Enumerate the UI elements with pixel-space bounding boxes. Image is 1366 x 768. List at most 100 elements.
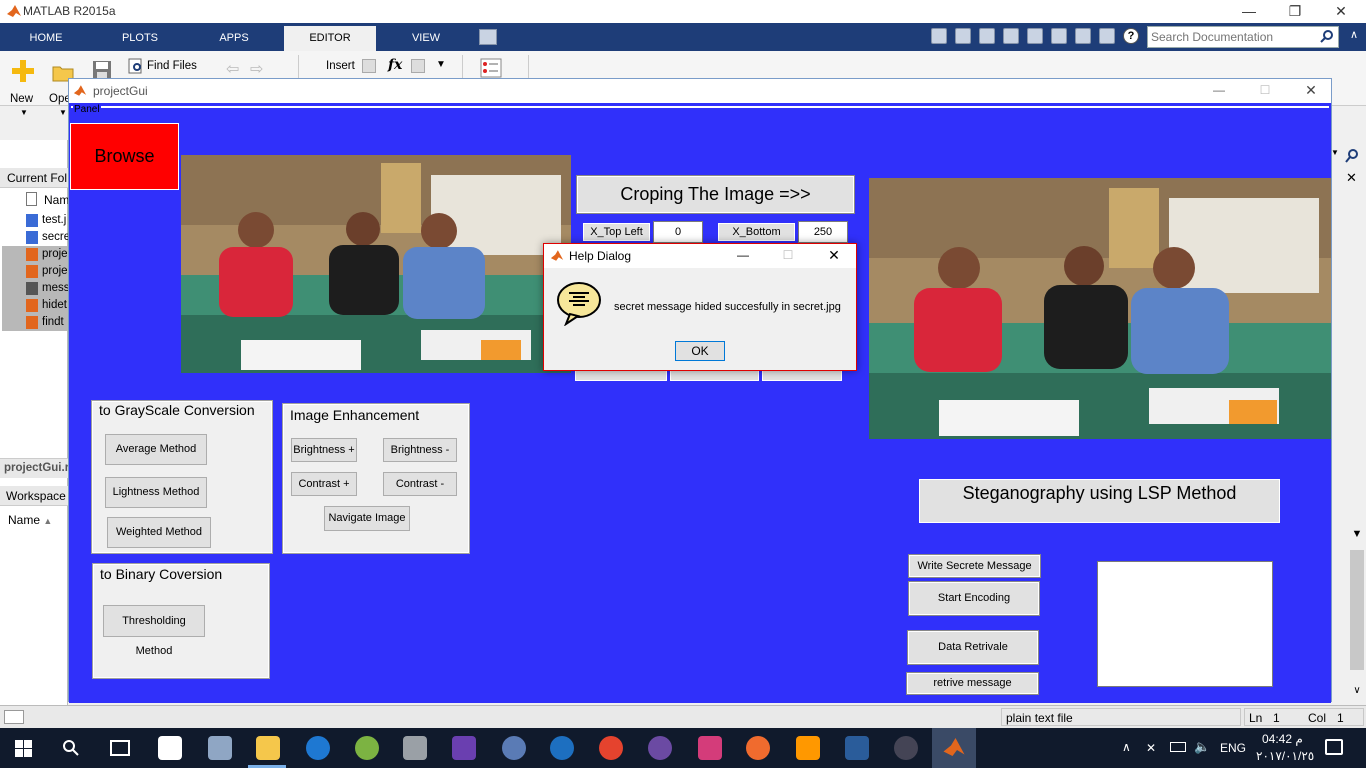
brightness-plus-button[interactable]: Brightness + bbox=[291, 438, 357, 462]
language-indicator[interactable]: ENG bbox=[1220, 741, 1246, 755]
close-icon[interactable]: ✕ bbox=[1346, 170, 1357, 186]
collapse-ribbon-icon[interactable]: ∧ bbox=[1345, 28, 1363, 46]
search-documentation-box[interactable] bbox=[1147, 26, 1339, 48]
fx-icon[interactable]: fx bbox=[388, 57, 402, 73]
insert-section-icon[interactable] bbox=[362, 59, 376, 73]
netbeans-icon[interactable] bbox=[894, 736, 918, 760]
insert-fn-icon[interactable] bbox=[411, 59, 425, 73]
show-hidden-icons[interactable]: ∧ bbox=[1122, 740, 1131, 754]
scrollbar-thumb[interactable] bbox=[1350, 550, 1364, 670]
current-folder-header[interactable]: Current Fol bbox=[0, 168, 68, 188]
details-header[interactable]: projectGui.r bbox=[0, 458, 68, 478]
sublime-icon[interactable] bbox=[796, 736, 820, 760]
message-text-area[interactable] bbox=[1097, 561, 1273, 687]
close-icon[interactable]: ✕ bbox=[822, 244, 846, 266]
matlab-launcher-icon[interactable] bbox=[845, 736, 869, 760]
contrast-plus-button[interactable]: Contrast + bbox=[291, 472, 357, 496]
search-icon[interactable] bbox=[1320, 29, 1334, 43]
retrive-message-button[interactable]: retrive message bbox=[906, 672, 1039, 695]
list-item[interactable]: proje bbox=[2, 263, 68, 280]
list-item[interactable]: mess bbox=[2, 280, 68, 297]
undo-icon[interactable] bbox=[1051, 28, 1067, 44]
photos-icon[interactable] bbox=[208, 736, 232, 760]
edge-icon[interactable] bbox=[306, 736, 330, 760]
list-item[interactable]: secre bbox=[2, 229, 68, 246]
minimize-icon[interactable]: — bbox=[1205, 79, 1233, 101]
close-icon[interactable]: ✕ bbox=[1318, 0, 1364, 23]
maximize-icon[interactable]: ☐ bbox=[1251, 79, 1279, 101]
contrast-minus-button[interactable]: Contrast - bbox=[383, 472, 457, 496]
forward-arrow-icon[interactable]: ⇨ bbox=[250, 59, 263, 79]
list-item[interactable]: findt bbox=[2, 314, 68, 331]
ok-button[interactable]: OK bbox=[675, 341, 725, 361]
search-documentation-input[interactable] bbox=[1151, 29, 1316, 45]
file-explorer-icon[interactable] bbox=[256, 736, 280, 760]
network-icon[interactable]: ✕ bbox=[1146, 741, 1156, 755]
restore-icon[interactable]: ❐ bbox=[1272, 0, 1318, 23]
start-encoding-button[interactable]: Start Encoding bbox=[908, 581, 1040, 616]
tab-editor[interactable]: EDITOR bbox=[284, 26, 376, 51]
close-icon[interactable]: ✕ bbox=[1297, 79, 1325, 101]
insert-dropdown-icon[interactable]: ▼ bbox=[436, 59, 446, 70]
scroll-down-icon[interactable]: ∨ bbox=[1348, 685, 1366, 701]
pdf-tool-icon[interactable] bbox=[746, 736, 770, 760]
write-message-button[interactable]: Write Secrete Message bbox=[908, 554, 1041, 578]
clock-date[interactable]: ٢٠١٧/٠١/٢٥ bbox=[1256, 749, 1314, 763]
copy-icon[interactable] bbox=[1003, 28, 1019, 44]
thresholding-method-button[interactable]: Thresholding Method bbox=[103, 605, 205, 657]
workspace-header[interactable]: Workspace bbox=[0, 486, 68, 506]
task-view-icon[interactable] bbox=[110, 740, 130, 756]
tab-plots[interactable]: PLOTS bbox=[94, 26, 186, 51]
volume-icon[interactable]: 🔈 bbox=[1194, 739, 1210, 755]
switch-windows-icon[interactable] bbox=[1099, 28, 1115, 44]
average-method-button[interactable]: Average Method bbox=[105, 434, 207, 465]
battery-icon[interactable] bbox=[1170, 742, 1186, 752]
save-icon[interactable] bbox=[955, 28, 971, 44]
cut-icon[interactable] bbox=[979, 28, 995, 44]
tab-view[interactable]: VIEW bbox=[380, 26, 472, 51]
clock-time[interactable]: 04:42 م bbox=[1262, 732, 1303, 746]
search-icon[interactable] bbox=[62, 739, 80, 757]
matlab-taskbar-button[interactable] bbox=[932, 728, 976, 768]
paste-icon[interactable] bbox=[1027, 28, 1043, 44]
dropdown-icon[interactable]: ▼ bbox=[1331, 148, 1339, 162]
breakpoints-icon[interactable] bbox=[480, 58, 502, 78]
list-item[interactable]: test.j bbox=[2, 212, 68, 229]
brightness-minus-button[interactable]: Brightness - bbox=[383, 438, 457, 462]
list-item[interactable]: proje bbox=[2, 246, 68, 263]
firefox-icon[interactable] bbox=[550, 736, 574, 760]
redo-icon[interactable] bbox=[1075, 28, 1091, 44]
tab-home[interactable]: HOME bbox=[0, 26, 92, 51]
x-top-left-field[interactable]: 0 bbox=[653, 221, 703, 243]
app-icon[interactable] bbox=[502, 736, 526, 760]
insert-label[interactable]: Insert bbox=[326, 60, 355, 72]
navigate-image-button[interactable]: Navigate Image bbox=[324, 506, 410, 531]
open-dropdown-icon[interactable]: ▼ bbox=[59, 108, 67, 117]
new-dropdown-icon[interactable]: ▼ bbox=[20, 108, 28, 117]
browse-button[interactable]: Browse bbox=[70, 123, 179, 190]
crop-image-button[interactable]: Croping The Image =>> bbox=[576, 175, 855, 214]
intellij-icon[interactable] bbox=[698, 736, 722, 760]
layout-icon[interactable] bbox=[931, 28, 947, 44]
android-studio-icon[interactable] bbox=[355, 736, 379, 760]
back-arrow-icon[interactable]: ⇦ bbox=[226, 59, 239, 79]
data-retrival-button[interactable]: Data Retrivale bbox=[907, 630, 1039, 665]
window-layout-icon[interactable] bbox=[479, 29, 497, 45]
lightness-method-button[interactable]: Lightness Method bbox=[105, 477, 207, 508]
list-item[interactable]: hidet bbox=[2, 297, 68, 314]
minimize-icon[interactable]: — bbox=[1226, 0, 1272, 23]
weighted-method-button[interactable]: Weighted Method bbox=[107, 517, 211, 548]
find-files-button[interactable]: Find Files bbox=[128, 57, 218, 75]
scroll-up-icon[interactable]: ▼ bbox=[1348, 528, 1366, 544]
minimize-icon[interactable]: — bbox=[731, 244, 755, 266]
notification-icon[interactable] bbox=[1325, 739, 1343, 755]
windows-start-icon[interactable] bbox=[15, 740, 32, 757]
maximize-icon[interactable]: ☐ bbox=[776, 244, 800, 266]
store-icon[interactable] bbox=[158, 736, 182, 760]
search-icon[interactable] bbox=[1344, 148, 1360, 164]
database-icon[interactable] bbox=[403, 736, 427, 760]
new-button[interactable]: New bbox=[8, 55, 38, 113]
save-icon[interactable] bbox=[92, 60, 112, 80]
workspace-name-header[interactable]: Name ▲ bbox=[0, 510, 68, 530]
eclipse-icon[interactable] bbox=[648, 736, 672, 760]
